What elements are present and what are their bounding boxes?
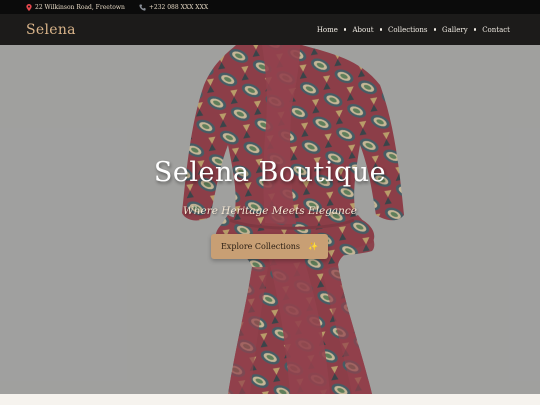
nav-separator-dot [343,28,347,31]
explore-collections-button[interactable]: Explore Collections ✨ [211,234,328,259]
hero-section: Selena Boutique Where Heritage Meets Ele… [0,45,540,394]
nav-link-contact[interactable]: Contact [482,26,510,34]
hero-overlay [0,45,540,394]
nav-link-home[interactable]: Home [317,26,338,34]
phone-text: +232 088 XXX XXX [148,3,209,11]
sparkle-icon: ✨ [308,241,319,251]
hero-subtitle: Where Heritage Meets Elegance [182,205,358,217]
nav-separator-dot [473,28,477,31]
hero-title: Selena Boutique [153,157,387,188]
nav-link-gallery[interactable]: Gallery [442,26,468,34]
nav-menu: Home About Collections Gallery Contact [317,26,510,34]
top-info-bar: 22 Wilkinson Road, Freetown +232 088 XXX… [0,0,540,14]
nav-link-about[interactable]: About [352,26,373,34]
address-text: 22 Wilkinson Road, Freetown [35,3,125,11]
phone-icon [139,3,146,11]
nav-separator-dot [433,28,436,31]
page-bottom-strip [0,394,540,405]
map-pin-icon [26,3,32,11]
address-info: 22 Wilkinson Road, Freetown [26,3,125,11]
nav-link-collections[interactable]: Collections [388,26,427,34]
phone-info[interactable]: +232 088 XXX XXX [139,4,208,11]
nav-separator-dot [379,28,383,31]
brand-logo[interactable]: Selena [26,22,76,38]
main-navbar: Selena Home About Collections Gallery Co… [0,14,540,45]
cta-label: Explore Collections [220,242,301,251]
